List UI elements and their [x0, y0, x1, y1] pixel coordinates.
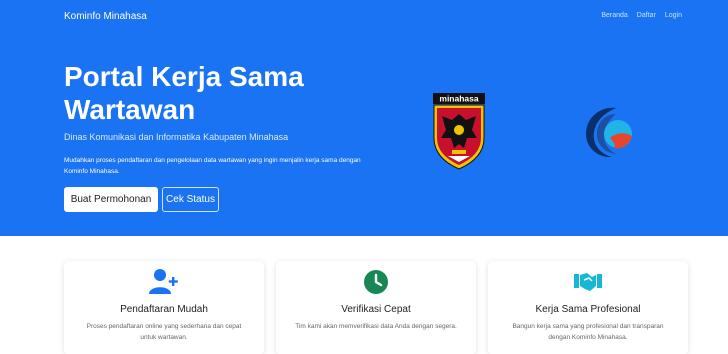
feature-title: Kerja Sama Profesional	[535, 304, 641, 315]
minahasa-logo: minahasa	[433, 93, 485, 170]
features-section: Pendaftaran Mudah Proses pendaftaran onl…	[0, 236, 728, 354]
feature-card-verifikasi: Verifikasi Cepat Tim kami akan memverifi…	[276, 261, 476, 354]
nav-link-daftar[interactable]: Daftar	[637, 12, 656, 19]
hero-description: Mudahkan proses pendaftaran dan pengelol…	[64, 157, 361, 175]
kominfo-logo	[586, 107, 632, 158]
page-title: Portal Kerja Sama Wartawan	[64, 61, 304, 125]
brand-link[interactable]: Kominfo Minahasa	[64, 11, 147, 22]
hero-subtitle: Dinas Komunikasi dan Informatika Kabupat…	[64, 132, 289, 142]
feature-card-kerja-sama: Kerja Sama Profesional Bangun kerja sama…	[488, 261, 688, 354]
feature-text: Proses pendaftaran online yang sederhana…	[86, 323, 242, 341]
nav-links: Beranda Daftar Login	[601, 12, 682, 19]
feature-text: Tim kami akan memverifikasi data Anda de…	[295, 323, 457, 330]
nav-link-beranda[interactable]: Beranda	[601, 12, 627, 19]
cek-status-button[interactable]: Cek Status	[162, 187, 219, 212]
feature-title: Pendaftaran Mudah	[120, 304, 208, 315]
clock-icon	[364, 270, 388, 294]
handshake-icon	[574, 273, 602, 291]
navbar: Kominfo Minahasa Beranda Daftar Login	[0, 0, 728, 34]
feature-text: Bangun kerja sama yang profesional dan t…	[512, 323, 664, 341]
buat-permohonan-button[interactable]: Buat Permohonan	[64, 187, 158, 212]
logo-text: minahasa	[439, 94, 478, 104]
feature-card-pendaftaran: Pendaftaran Mudah Proses pendaftaran onl…	[64, 261, 264, 354]
user-plus-icon	[149, 269, 178, 294]
nav-link-login[interactable]: Login	[665, 12, 682, 19]
hero-section: Kominfo Minahasa Beranda Daftar Login Po…	[0, 0, 728, 236]
feature-title: Verifikasi Cepat	[341, 304, 411, 315]
